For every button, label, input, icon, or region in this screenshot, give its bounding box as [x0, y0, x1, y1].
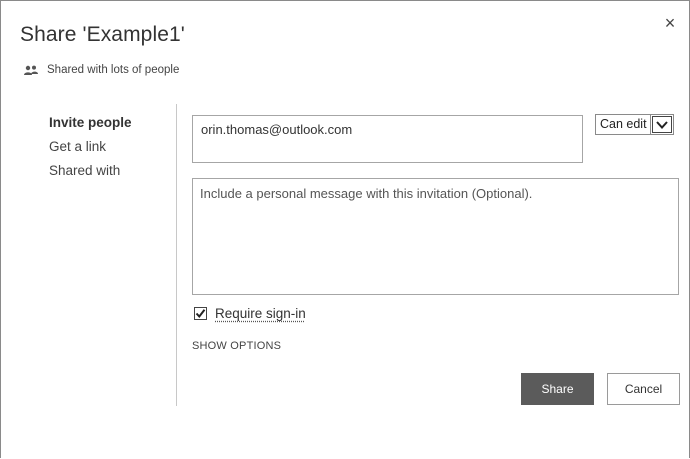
people-icon: [24, 65, 38, 76]
require-signin-label[interactable]: Require sign-in: [215, 306, 306, 321]
require-signin-checkbox[interactable]: [194, 307, 207, 320]
checkmark-icon: [195, 309, 206, 319]
message-field[interactable]: Include a personal message with this inv…: [192, 178, 679, 295]
share-dialog: Share 'Example1' × Shared with lots of p…: [0, 0, 690, 458]
sidebar-item-shared-with[interactable]: Shared with: [49, 161, 132, 183]
permission-select[interactable]: Can edit: [595, 114, 674, 135]
permission-value: Can edit: [596, 115, 651, 134]
message-placeholder: Include a personal message with this inv…: [200, 186, 533, 201]
shared-status-text: Shared with lots of people: [47, 64, 180, 76]
share-button[interactable]: Share: [521, 373, 594, 405]
shared-status: Shared with lots of people: [24, 64, 179, 76]
require-signin-option: Require sign-in: [194, 306, 306, 321]
show-options-link[interactable]: SHOW OPTIONS: [192, 340, 281, 352]
dialog-title: Share 'Example1': [20, 23, 185, 46]
recipient-field[interactable]: orin.thomas@outlook.com: [192, 115, 583, 163]
close-icon[interactable]: ×: [662, 14, 678, 32]
sidebar-item-get-a-link[interactable]: Get a link: [49, 137, 132, 159]
share-sidebar: Invite people Get a link Shared with: [49, 113, 132, 185]
cancel-button[interactable]: Cancel: [607, 373, 680, 405]
recipient-value: orin.thomas@outlook.com: [201, 122, 353, 137]
sidebar-item-invite-people[interactable]: Invite people: [49, 113, 132, 135]
sidebar-divider: [176, 104, 177, 406]
chevron-down-icon[interactable]: [651, 116, 672, 133]
